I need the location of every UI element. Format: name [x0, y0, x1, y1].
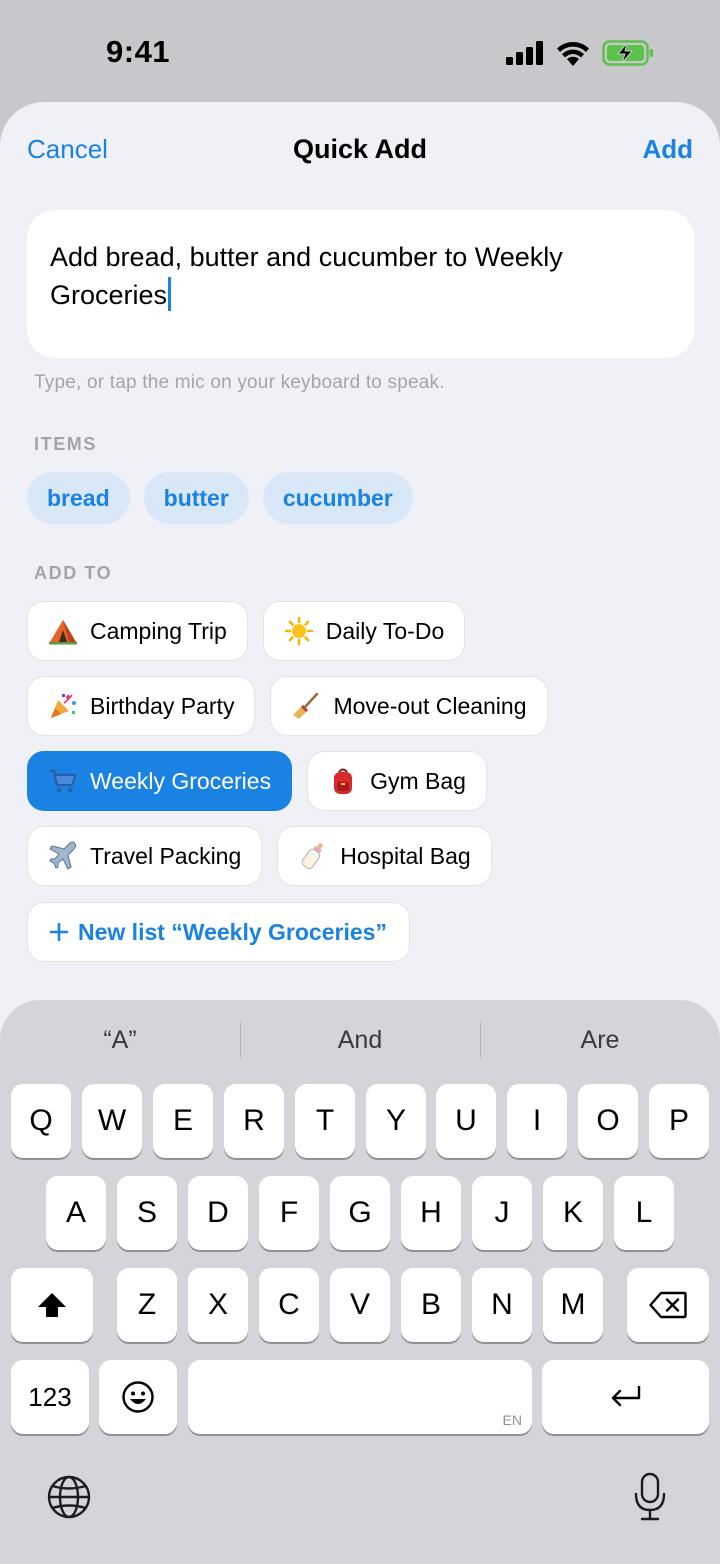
backspace-icon	[649, 1291, 687, 1319]
tent-icon	[49, 620, 77, 645]
key-n[interactable]: N	[472, 1268, 532, 1342]
text-caret	[168, 277, 172, 311]
add-button[interactable]: Add	[642, 134, 693, 165]
broom-icon	[293, 692, 319, 719]
shopping-cart-icon	[50, 769, 77, 793]
suggestion-1[interactable]: “A”	[0, 1000, 240, 1080]
wifi-icon	[557, 42, 589, 66]
list-row-3: Weekly Groceries Gym Bag	[27, 751, 487, 811]
key-b[interactable]: B	[401, 1268, 461, 1342]
key-z[interactable]: Z	[117, 1268, 177, 1342]
list-chip-weekly-groceries[interactable]: Weekly Groceries	[27, 751, 293, 811]
key-a[interactable]: A	[46, 1176, 106, 1250]
return-icon	[611, 1386, 640, 1407]
new-list-button[interactable]: New list “Weekly Groceries”	[27, 902, 410, 962]
key-f[interactable]: F	[259, 1176, 319, 1250]
list-chip-move-out-cleaning[interactable]: Move-out Cleaning	[270, 676, 548, 736]
key-k[interactable]: K	[543, 1176, 603, 1250]
suggestion-3[interactable]: Are	[480, 1000, 720, 1080]
list-row-1: Camping Trip Daily To-Do	[27, 601, 466, 661]
microphone-icon[interactable]	[632, 1472, 668, 1522]
list-chip-travel-packing[interactable]: Travel Packing	[27, 826, 263, 886]
list-chip-label: Gym Bag	[370, 767, 466, 794]
status-time: 9:41	[106, 34, 171, 69]
status-icons	[506, 38, 654, 68]
list-chip-camping-trip[interactable]: Camping Trip	[27, 601, 248, 661]
sheet-title: Quick Add	[292, 134, 427, 164]
input-hint: Type, or tap the mic on your keyboard to…	[34, 372, 445, 393]
list-row-4: Travel Packing Hospital Bag	[27, 826, 492, 886]
numbers-key[interactable]: 123	[11, 1360, 89, 1434]
key-e[interactable]: E	[153, 1084, 213, 1158]
list-chip-label: Daily To-Do	[325, 617, 445, 644]
key-x[interactable]: X	[188, 1268, 248, 1342]
list-chip-label: Travel Packing	[90, 842, 242, 869]
predictive-bar: “A” And Are	[0, 1000, 720, 1080]
list-chip-label: Move-out Cleaning	[333, 692, 527, 719]
list-chip-label: Birthday Party	[90, 692, 235, 719]
input-line-1: Add bread, butter and cucumber to Weekly	[50, 242, 563, 272]
key-j[interactable]: J	[472, 1176, 532, 1250]
key-p[interactable]: P	[649, 1084, 709, 1158]
key-r[interactable]: R	[224, 1084, 284, 1158]
quick-add-text-input[interactable]: Add bread, butter and cucumber to Weekly…	[27, 210, 694, 358]
space-key[interactable]: EN	[188, 1360, 532, 1434]
baby-bottle-icon	[301, 843, 323, 870]
list-chip-gym-bag[interactable]: Gym Bag	[307, 751, 487, 811]
key-v[interactable]: V	[330, 1268, 390, 1342]
battery-charging-icon	[602, 40, 653, 66]
new-list-label: New list “Weekly Groceries”	[78, 918, 387, 945]
plus-icon	[50, 923, 68, 941]
list-chip-label: Weekly Groceries	[90, 767, 272, 794]
add-to-section-label: ADD TO	[34, 563, 113, 583]
list-chip-hospital-bag[interactable]: Hospital Bag	[277, 826, 492, 886]
item-chip-cucumber[interactable]: cucumber	[262, 472, 413, 524]
emoji-key[interactable]	[99, 1360, 177, 1434]
input-line-2-wrap: Groceries	[50, 276, 671, 314]
cellular-signal-icon	[506, 41, 543, 65]
key-m[interactable]: M	[543, 1268, 603, 1342]
key-w[interactable]: W	[82, 1084, 142, 1158]
key-i[interactable]: I	[507, 1084, 567, 1158]
keyboard: “A” And Are Q W E R T Y U I O P A S D F …	[0, 1000, 720, 1564]
list-chip-label: Hospital Bag	[340, 842, 471, 869]
key-s[interactable]: S	[117, 1176, 177, 1250]
list-chip-birthday-party[interactable]: Birthday Party	[27, 676, 256, 736]
key-t[interactable]: T	[295, 1084, 355, 1158]
key-d[interactable]: D	[188, 1176, 248, 1250]
list-chip-label: Camping Trip	[90, 617, 227, 644]
status-bar: 9:41	[0, 0, 720, 104]
key-l[interactable]: L	[614, 1176, 674, 1250]
key-g[interactable]: G	[330, 1176, 390, 1250]
emoji-face-icon	[122, 1381, 154, 1413]
key-y[interactable]: Y	[366, 1084, 426, 1158]
key-u[interactable]: U	[436, 1084, 496, 1158]
item-chip-butter[interactable]: butter	[143, 472, 249, 524]
list-chip-daily-to-do[interactable]: Daily To-Do	[262, 601, 466, 661]
airplane-icon	[49, 841, 77, 870]
item-chip-bread[interactable]: bread	[27, 472, 130, 524]
shift-key[interactable]	[11, 1268, 93, 1342]
shift-icon	[38, 1293, 66, 1317]
list-row-2: Birthday Party Move-out Cleaning	[27, 676, 548, 736]
key-o[interactable]: O	[578, 1084, 638, 1158]
backpack-icon	[334, 768, 353, 794]
key-h[interactable]: H	[401, 1176, 461, 1250]
suggestion-2[interactable]: And	[240, 1000, 480, 1080]
key-q[interactable]: Q	[11, 1084, 71, 1158]
items-section-label: ITEMS	[34, 434, 98, 454]
sun-icon	[284, 616, 314, 646]
key-c[interactable]: C	[259, 1268, 319, 1342]
delete-key[interactable]	[627, 1268, 709, 1342]
return-key[interactable]	[542, 1360, 709, 1434]
language-tag: EN	[502, 1412, 522, 1428]
parsed-items: bread butter cucumber	[27, 472, 413, 524]
globe-icon[interactable]	[46, 1474, 92, 1520]
input-line-2: Groceries	[50, 280, 168, 310]
party-popper-icon	[51, 694, 76, 718]
